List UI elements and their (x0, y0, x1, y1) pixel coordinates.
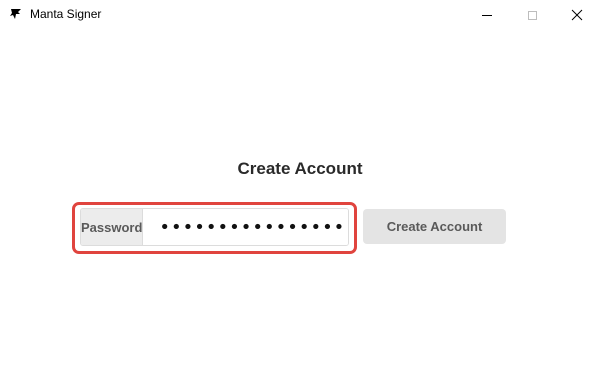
close-button[interactable] (554, 0, 600, 30)
password-input[interactable] (143, 209, 348, 245)
create-account-button[interactable]: Create Account (363, 209, 506, 244)
minimize-icon (482, 14, 492, 16)
close-icon (571, 9, 583, 21)
password-label: Password (81, 209, 144, 245)
minimize-button[interactable] (464, 0, 510, 30)
maximize-icon (527, 10, 537, 20)
app-window: Manta Signer Create Account Password Cre… (0, 0, 600, 389)
password-input-group: Password (80, 208, 349, 246)
page-title: Create Account (237, 159, 363, 178)
window-title: Manta Signer (30, 7, 102, 21)
maximize-button[interactable] (509, 0, 555, 30)
title-bar: Manta Signer (0, 0, 600, 30)
manta-icon (10, 9, 21, 19)
